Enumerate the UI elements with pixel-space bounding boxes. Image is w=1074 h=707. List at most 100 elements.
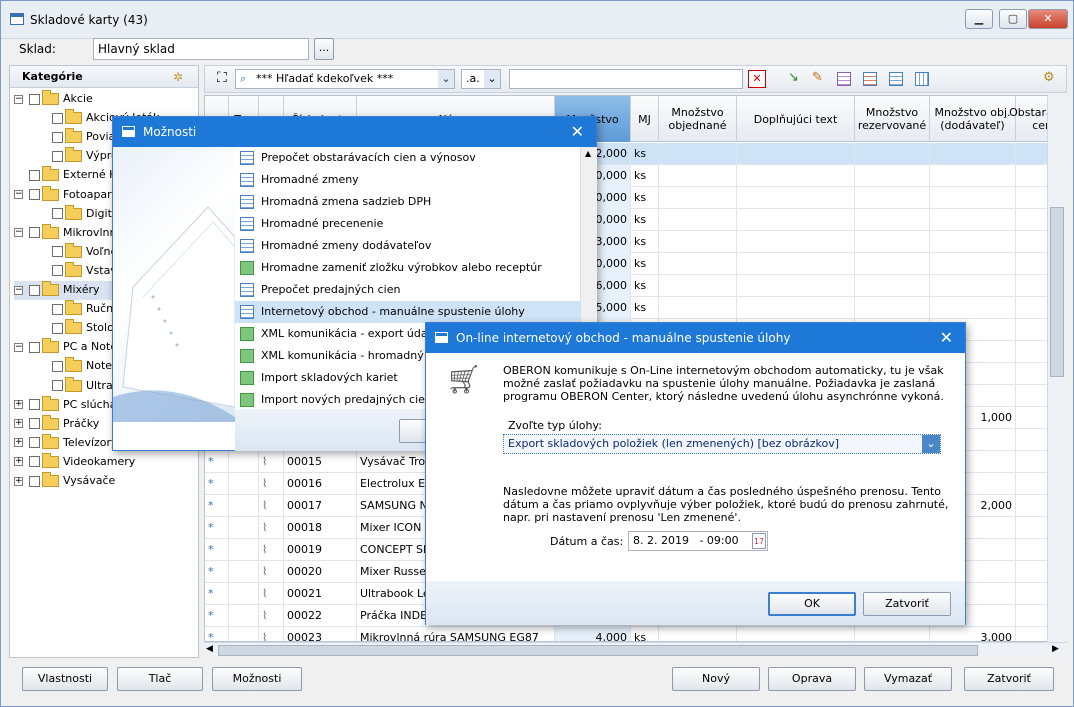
folder-icon: [42, 338, 59, 354]
clear-filter-icon[interactable]: ✕: [748, 70, 766, 88]
close-icon[interactable]: ✕: [571, 117, 584, 147]
checkbox[interactable]: [52, 303, 63, 315]
collapse-icon[interactable]: −: [14, 190, 23, 199]
checkbox[interactable]: [52, 265, 63, 277]
ok-button[interactable]: OK: [768, 592, 856, 616]
scroll-left-icon[interactable]: ◀: [206, 644, 213, 654]
cell-rez: [855, 231, 930, 253]
edit-button[interactable]: Oprava: [768, 667, 856, 691]
paper-stack-icon: [113, 206, 236, 422]
options-button[interactable]: Možnosti: [212, 667, 302, 691]
column-header[interactable]: Doplňujúci text: [737, 96, 855, 142]
cell-mj: ks: [631, 275, 659, 297]
column-header[interactable]: Množstvo objednané: [659, 96, 737, 142]
table-row[interactable]: * ⌇ 00023 Mikrovlnná rúra SAMSUNG EG87 4,000…: [205, 627, 1066, 641]
options-item[interactable]: Hromadné precenenie: [235, 213, 585, 235]
checkbox[interactable]: [29, 341, 40, 353]
close-main-button[interactable]: Zatvoriť: [964, 667, 1054, 691]
checkbox[interactable]: [52, 380, 63, 391]
checkbox[interactable]: [52, 150, 63, 162]
scroll-up-icon[interactable]: ▲: [585, 149, 591, 158]
option-icon: [240, 239, 254, 253]
cell-dopl: [737, 231, 855, 253]
checkbox[interactable]: [52, 322, 63, 334]
calendar-icon[interactable]: 17: [752, 533, 766, 549]
folder-icon: [65, 261, 82, 277]
option-icon: [240, 349, 254, 363]
category-item[interactable]: + Videokamery: [14, 452, 194, 472]
binoculars-icon[interactable]: ⛶: [217, 70, 227, 86]
column-header[interactable]: Množstvo obj. (dodávateľ): [930, 96, 1016, 142]
close-icon[interactable]: ✕: [940, 323, 953, 353]
options-item[interactable]: Internetový obchod - manuálne spustenie …: [235, 301, 585, 323]
checkbox[interactable]: [29, 437, 40, 449]
expand-icon[interactable]: +: [14, 457, 23, 467]
options-item[interactable]: Prepočet predajných cien: [235, 279, 585, 301]
calendar-icon[interactable]: [915, 72, 929, 86]
checkbox[interactable]: [29, 93, 40, 105]
checkbox[interactable]: [29, 189, 40, 200]
checkbox[interactable]: [52, 112, 63, 124]
print-button[interactable]: Tlač: [117, 667, 203, 691]
checkbox[interactable]: [52, 208, 63, 220]
scroll-thumb[interactable]: [1050, 207, 1064, 377]
sklad-browse-button[interactable]: ...: [314, 38, 334, 60]
horizontal-scrollbar[interactable]: ◀ ▶: [204, 642, 1067, 658]
chevron-down-icon: ⌄: [438, 70, 454, 88]
list-icon[interactable]: [863, 72, 877, 86]
category-item[interactable]: − Akcie: [14, 90, 194, 109]
collapse-icon[interactable]: −: [14, 342, 23, 352]
column-header[interactable]: Množstvo rezervované: [855, 96, 930, 142]
checkbox[interactable]: [29, 169, 40, 181]
checkbox[interactable]: [52, 131, 63, 143]
expand-icon[interactable]: +: [14, 400, 23, 410]
options-item-label: Import nových predajných cien: [261, 393, 432, 406]
options-item[interactable]: Hromadná zmena sadzieb DPH: [235, 191, 585, 213]
pencil-icon[interactable]: ✎: [812, 70, 826, 85]
checkbox[interactable]: [29, 399, 40, 411]
eshop-close-button[interactable]: Zatvoriť: [863, 592, 951, 616]
column-header[interactable]: MJ: [631, 96, 659, 142]
checkbox[interactable]: [52, 360, 63, 372]
new-button[interactable]: Nový: [672, 667, 760, 691]
scroll-right-icon[interactable]: ▶: [1052, 644, 1059, 654]
properties-button[interactable]: Vlastnosti: [22, 667, 108, 691]
cell-mj: ks: [631, 187, 659, 209]
delete-button[interactable]: Vymazať: [864, 667, 952, 691]
eshop-dialog-titlebar: On-line internetový obchod - manuálne sp…: [426, 323, 965, 353]
settings-icon[interactable]: ⚙: [1043, 70, 1057, 85]
checkbox[interactable]: [29, 456, 40, 468]
expand-icon[interactable]: +: [14, 476, 23, 486]
checkbox[interactable]: [29, 475, 40, 487]
collapse-icon[interactable]: −: [14, 285, 23, 295]
options-item[interactable]: Hromadné zmeny dodávateľov: [235, 235, 585, 257]
search-mode-select[interactable]: .a. ⌄: [461, 69, 501, 89]
collapse-icon[interactable]: −: [14, 228, 23, 238]
arrow-icon[interactable]: ↘: [788, 70, 802, 85]
table-icon[interactable]: [837, 72, 851, 86]
search-scope-select[interactable]: ⌕ *** Hľadať kdekoľvek *** ⌄: [235, 69, 455, 89]
options-item[interactable]: Hromadné zmeny: [235, 169, 585, 191]
options-item-label: Hromadné precenenie: [261, 217, 384, 230]
add-category-icon[interactable]: ✲: [173, 70, 187, 84]
expand-icon[interactable]: +: [14, 419, 23, 429]
sklad-input[interactable]: Hlavný sklad: [93, 38, 309, 60]
checkbox[interactable]: [29, 284, 40, 296]
minimize-button[interactable]: ▁: [965, 9, 993, 29]
options-item[interactable]: Prepočet obstarávacích cien a výnosov: [235, 147, 585, 169]
vertical-scrollbar[interactable]: [1047, 95, 1067, 642]
checkbox[interactable]: [29, 418, 40, 430]
search-text-input[interactable]: [509, 69, 743, 89]
checkbox[interactable]: [29, 227, 40, 239]
collapse-icon[interactable]: −: [14, 94, 23, 104]
category-item[interactable]: + Vysávače: [14, 472, 194, 491]
hscroll-thumb[interactable]: [218, 645, 978, 656]
date-time-input[interactable]: 8. 2. 2019 - 09:00: [628, 531, 768, 551]
grid-icon[interactable]: [889, 72, 903, 86]
expand-icon[interactable]: +: [14, 438, 23, 448]
task-type-select[interactable]: Export skladových položiek (len zmenenýc…: [503, 434, 941, 454]
checkbox[interactable]: [52, 246, 63, 258]
close-button[interactable]: ✕: [1028, 9, 1068, 29]
maximize-button[interactable]: ▢: [999, 9, 1027, 29]
options-item[interactable]: Hromadne zameniť zložku výrobkov alebo r…: [235, 257, 585, 279]
